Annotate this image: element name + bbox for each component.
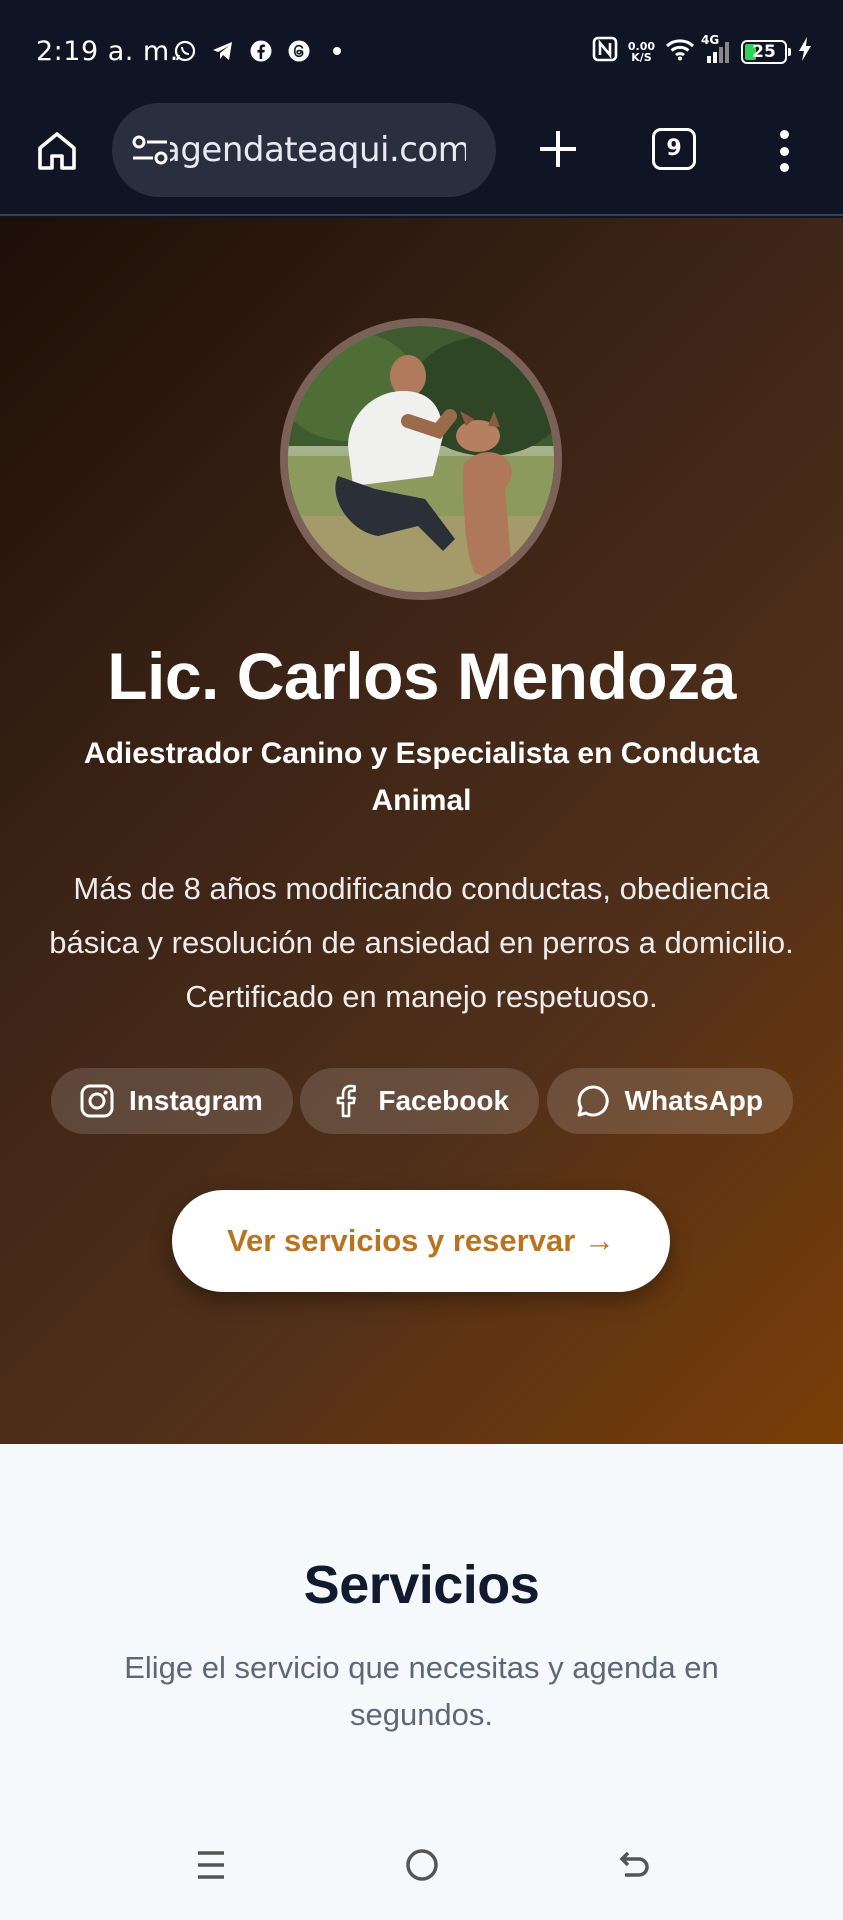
profile-description: Más de 8 años modificando conductas, obe… xyxy=(49,871,794,1014)
facebook-icon xyxy=(248,38,274,64)
status-time: 2:19 a. m. xyxy=(36,36,179,67)
wifi-icon xyxy=(665,37,695,66)
status-right: 0.00 K/S 4G 25 xyxy=(592,33,813,67)
status-bar: 2:19 a. m. 0.00 K/S 4G 25 xyxy=(0,0,843,100)
facebook-icon xyxy=(328,1083,364,1119)
home-icon xyxy=(38,132,76,170)
whatsapp-link[interactable]: WhatsApp xyxy=(546,1068,793,1134)
recent-apps-button[interactable] xyxy=(186,1840,236,1890)
url-viewport: agendateaqui.com xyxy=(170,130,466,170)
menu-dot xyxy=(779,146,789,156)
url-text: agendateaqui.com xyxy=(170,130,466,170)
notification-icons xyxy=(172,38,350,64)
plus-icon xyxy=(540,131,576,167)
book-services-button[interactable]: Ver servicios y reservar → xyxy=(172,1190,670,1292)
profile-subtitle: Adiestrador Canino y Especialista en Con… xyxy=(83,737,760,817)
whatsapp-icon xyxy=(172,38,198,64)
system-nav-bar xyxy=(0,1810,843,1920)
telegram-icon xyxy=(210,38,236,64)
tab-switcher-button[interactable]: 9 xyxy=(652,128,696,170)
home-nav-button[interactable] xyxy=(397,1840,447,1890)
site-settings-icon[interactable] xyxy=(130,130,170,170)
services-subtitle: Elige el servicio que necesitas y agenda… xyxy=(124,1650,719,1732)
whatsapp-label: WhatsApp xyxy=(624,1085,763,1116)
browser-toolbar: agendateaqui.com 9 xyxy=(0,100,843,216)
circle-home-icon xyxy=(406,1849,438,1881)
threads-icon xyxy=(286,38,312,64)
menu-lines-icon xyxy=(198,1851,224,1879)
new-tab-button[interactable] xyxy=(533,124,583,174)
facebook-link[interactable]: Facebook xyxy=(300,1068,540,1134)
instagram-icon xyxy=(79,1083,115,1119)
menu-dot xyxy=(779,130,789,139)
battery-icon: 25 xyxy=(741,39,791,64)
instagram-label: Instagram xyxy=(129,1085,263,1116)
hero-section: Lic. Carlos Mendoza Adiestrador Canino y… xyxy=(0,218,843,1444)
instagram-link[interactable]: Instagram xyxy=(51,1068,293,1134)
whatsapp-icon xyxy=(575,1083,611,1119)
charging-icon xyxy=(797,36,813,67)
battery-level: 25 xyxy=(752,41,776,62)
network-type: 4G xyxy=(701,32,720,47)
services-title: Servicios xyxy=(303,1555,540,1615)
profile-name: Lic. Carlos Mendoza xyxy=(107,639,736,713)
profile-avatar xyxy=(280,318,562,600)
menu-dot xyxy=(779,163,789,172)
social-links: Instagram Facebook WhatsApp xyxy=(51,1068,793,1134)
network-speed: 0.00 K/S xyxy=(628,41,655,63)
browser-menu-button[interactable] xyxy=(770,130,798,172)
dot-icon xyxy=(324,38,350,64)
home-button[interactable] xyxy=(32,126,82,176)
back-button[interactable] xyxy=(608,1840,658,1890)
nfc-icon xyxy=(592,36,618,67)
facebook-label: Facebook xyxy=(378,1085,510,1116)
address-bar[interactable]: agendateaqui.com xyxy=(112,103,496,197)
network-speed-value: 0.00 xyxy=(627,39,655,53)
cell-signal-icon: 4G xyxy=(701,33,731,65)
back-arrow-icon xyxy=(619,1851,649,1877)
network-speed-unit: K/S xyxy=(631,50,652,64)
